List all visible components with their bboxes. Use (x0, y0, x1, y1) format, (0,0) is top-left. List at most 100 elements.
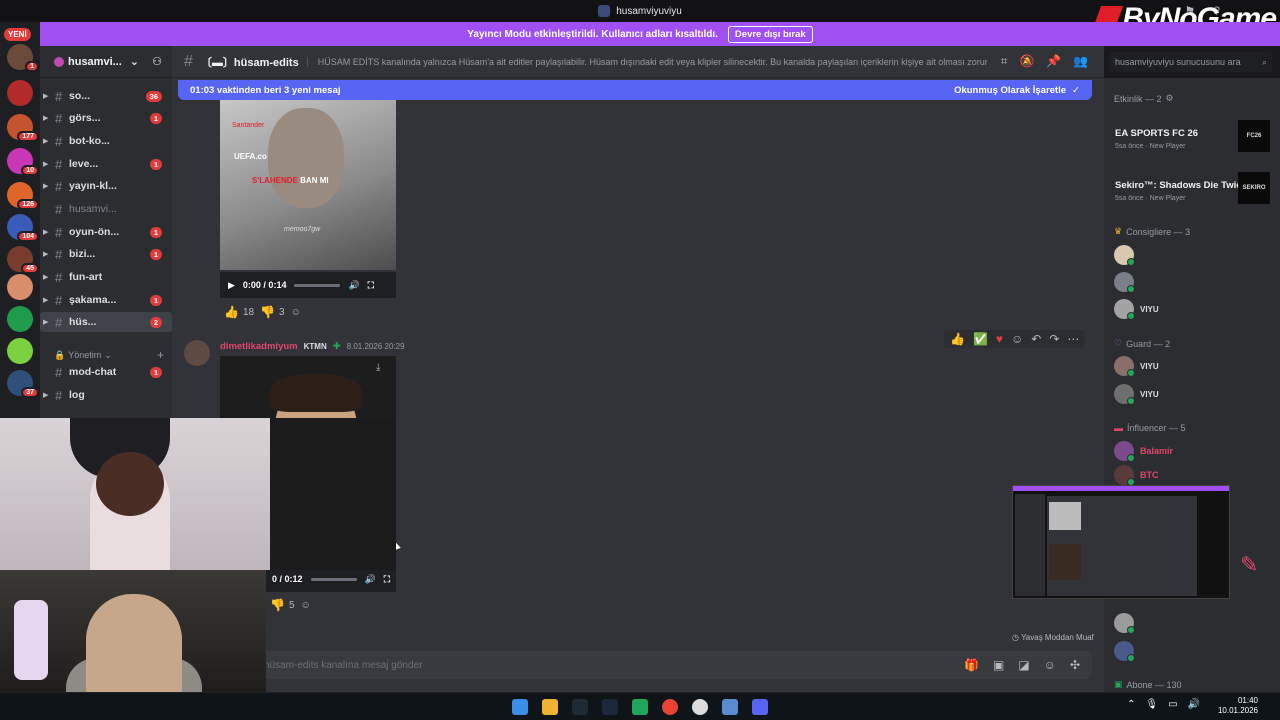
emoji-icon[interactable]: ☺ (1044, 658, 1056, 672)
member-item[interactable] (1114, 271, 1135, 293)
member-item[interactable]: Balamir (1114, 440, 1173, 462)
server-icon[interactable]: 104 (7, 214, 39, 242)
server-icon[interactable]: 126 (7, 182, 39, 210)
avatar[interactable] (184, 340, 210, 366)
server-icon[interactable]: 37 (7, 370, 39, 398)
channel-item[interactable]: ▶ # oyun-ön... 1 (40, 222, 172, 242)
play-icon[interactable]: ▶ (228, 280, 235, 291)
channel-topic[interactable]: HÜSAM EDİTS kanalında yalnızca Hüsam'a a… (306, 56, 987, 67)
more-icon[interactable]: ⋯ (1067, 332, 1079, 346)
expand-icon: ▶ (43, 115, 49, 122)
member-item[interactable]: VIYU (1114, 355, 1159, 377)
fullscreen-icon[interactable]: ⛶ (368, 280, 374, 291)
avatar (1114, 272, 1135, 293)
chrome-icon[interactable] (662, 698, 678, 715)
channel-item[interactable]: ▶ # so... 36 (40, 86, 172, 106)
member-item[interactable]: VIYU (1114, 383, 1159, 405)
channel-item[interactable]: ▶ # bizi... 1 (40, 244, 172, 264)
server-icon[interactable] (7, 80, 33, 106)
category-header[interactable]: 🔒 Yönetim ⌄ + (54, 348, 164, 362)
mark-as-read-button[interactable]: Okunmuş Olarak İşaretle (954, 85, 1066, 96)
check-icon[interactable]: ✅ (973, 332, 988, 346)
fullscreen-icon[interactable]: ⛶ (384, 574, 390, 585)
server-icon[interactable]: 45 (7, 246, 39, 274)
new-messages-bar[interactable]: 01:03 vaktinden beri 3 yeni mesaj Okunmu… (178, 80, 1092, 100)
start-icon[interactable] (512, 698, 528, 715)
member-item[interactable]: BTC (1114, 464, 1159, 486)
reaction-thumbs-up[interactable]: 👍 18 (224, 305, 254, 319)
channel-item[interactable]: ▶ # leve... 1 (40, 154, 172, 174)
reaction-thumbs-down[interactable]: 👎 5 (270, 598, 295, 612)
activity-card[interactable]: EA SPORTS FC 26 5sa önce · New Player FC… (1112, 118, 1272, 158)
video-time: 0:00 / 0:14 (242, 280, 287, 290)
server-icon[interactable]: 177 (7, 114, 39, 142)
pin-icon[interactable]: 📌 (1046, 54, 1061, 69)
member-item[interactable]: VIYU (1114, 298, 1159, 320)
volume-icon[interactable]: 🔊 (1188, 699, 1200, 710)
server-icon[interactable]: 10 (7, 148, 39, 176)
thumbs-up-icon[interactable]: 👍 (950, 332, 965, 346)
mic-icon[interactable]: 🎙 (1145, 699, 1158, 710)
server-icon[interactable] (7, 338, 33, 364)
activity-card[interactable]: Sekiro™: Shadows Die Twice 5sa önce · Ne… (1112, 170, 1272, 210)
gif-icon[interactable]: ▣ (993, 658, 1004, 672)
message-header: dimetlikadmiyum KTMN ✚ 8.01.2026 20:29 (220, 341, 405, 352)
file-explorer-icon[interactable] (542, 698, 558, 715)
clock[interactable]: 01:40 10.01.2026 (1218, 696, 1258, 716)
forward-icon[interactable]: ↷ (1049, 332, 1059, 346)
threads-icon[interactable]: ⌗ (1001, 54, 1008, 69)
member-list-icon[interactable]: 👥 (1073, 54, 1088, 69)
app-icon[interactable] (722, 698, 738, 715)
server-icon[interactable] (7, 306, 33, 332)
add-reaction-icon[interactable]: ☺ (301, 600, 311, 611)
apps-icon[interactable]: ✣ (1070, 658, 1080, 672)
member-item[interactable] (1114, 244, 1135, 266)
channel-item[interactable]: # husamvi... (40, 199, 172, 219)
volume-icon[interactable]: 🔊 (348, 280, 359, 291)
avatar (1114, 641, 1135, 662)
member-item[interactable] (1114, 612, 1135, 634)
discord-icon[interactable] (752, 698, 768, 715)
author-name[interactable]: dimetlikadmiyum (220, 341, 298, 352)
composer-icons: 🎁 ▣ ◪ ☺ ✣ (964, 658, 1080, 672)
server-header[interactable]: husamvi... ⌄ ⚇ (40, 46, 172, 78)
app-icon[interactable] (632, 698, 648, 715)
message-input[interactable]: hüsam-edits kanalına mesaj gönder 🎁 ▣ ◪ … (178, 651, 1092, 679)
webcam-overlay-side (270, 418, 396, 570)
settings-icon[interactable] (692, 698, 708, 715)
channel-item[interactable]: # mod-chat 1 (40, 362, 172, 382)
avatar (1114, 356, 1135, 377)
volume-icon[interactable]: 🔊 (365, 574, 376, 585)
avatar (1114, 299, 1135, 320)
video-progress[interactable] (310, 577, 357, 581)
channel-item[interactable]: ▶ # görs... 1 (40, 108, 172, 128)
mute-bell-icon[interactable]: 🔕 (1019, 54, 1034, 69)
sticker-icon[interactable]: ◪ (1018, 658, 1029, 672)
heart-icon[interactable]: ♥ (996, 332, 1003, 346)
add-reaction-icon[interactable]: ☺ (291, 307, 301, 318)
reply-icon[interactable]: ↶ (1031, 332, 1041, 346)
terminal-icon[interactable] (572, 698, 588, 715)
channel-item-active[interactable]: ▶ # hüs... 2 (40, 312, 172, 332)
video-progress[interactable] (294, 283, 341, 287)
search-input[interactable]: husamviyuviyu sunucusunu ara ⌕ (1110, 52, 1272, 72)
server-icon[interactable]: 1 (7, 44, 39, 72)
disable-streamer-mode-button[interactable]: Devre dışı bırak (727, 25, 813, 43)
reaction-thumbs-down[interactable]: 👎 3 (260, 305, 285, 319)
channel-item[interactable]: ▶ # şakama... 1 (40, 290, 172, 310)
channel-item[interactable]: ▶ # fun-art (40, 267, 172, 287)
add-channel-icon[interactable]: + (157, 348, 164, 362)
channel-item[interactable]: ▶ # log (40, 385, 172, 405)
channel-item[interactable]: ▶ # bot-ko... (40, 131, 172, 151)
video-attachment[interactable]: Santander UEFA.co S'LAHENDE BAN MI memoo… (220, 100, 396, 270)
server-icon[interactable] (7, 274, 33, 300)
network-icon[interactable]: ▭ (1168, 699, 1177, 710)
add-reaction-icon[interactable]: ☺ (1011, 332, 1023, 346)
member-item[interactable] (1114, 640, 1135, 662)
chevron-up-icon[interactable]: ⌃ (1127, 699, 1135, 710)
gift-icon[interactable]: 🎁 (964, 658, 979, 672)
add-member-icon[interactable]: ⚇ (152, 55, 162, 68)
steam-icon[interactable] (602, 698, 618, 715)
download-icon[interactable]: ⤓ (376, 362, 380, 373)
channel-item[interactable]: ▶ # yayın-kl... (40, 176, 172, 196)
